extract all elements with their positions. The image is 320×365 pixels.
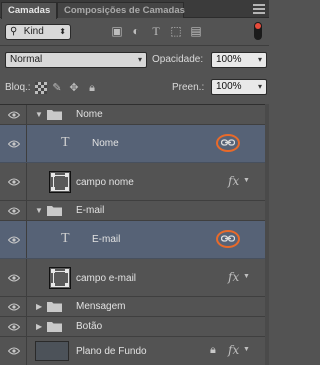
- visibility-column: [0, 201, 27, 220]
- background-thumbnail: [35, 341, 69, 361]
- eye-icon[interactable]: [8, 323, 20, 331]
- layer-row[interactable]: ▶ Mensagem: [0, 297, 269, 317]
- layer-row[interactable]: campo nome fx ▼: [0, 163, 269, 201]
- layer-row[interactable]: ▼ E-mail: [0, 201, 269, 221]
- layer-row[interactable]: ▶ Botão: [0, 317, 269, 337]
- fx-icon[interactable]: fx: [228, 174, 239, 188]
- folder-icon: [47, 206, 62, 216]
- caret-down-icon[interactable]: ▼: [35, 207, 43, 215]
- visibility-column: [0, 259, 27, 296]
- lock-position-icon[interactable]: ✥: [68, 82, 80, 94]
- fill-value: 100%: [216, 81, 242, 92]
- opacity-input[interactable]: 100% ▾: [211, 52, 267, 68]
- caret-down-icon[interactable]: ▼: [243, 177, 250, 184]
- filter-toggle-switch[interactable]: [254, 22, 262, 40]
- folder-icon: [47, 302, 62, 312]
- visibility-column: [0, 125, 27, 162]
- lock-label: Bloq.:: [5, 82, 31, 93]
- eye-icon[interactable]: [8, 140, 20, 148]
- visibility-column: [0, 317, 27, 336]
- layer-row[interactable]: campo e-mail fx ▼: [0, 259, 269, 297]
- layer-name: campo e-mail: [76, 273, 137, 284]
- link-icon[interactable]: [216, 230, 240, 248]
- opacity-label: Opacidade:: [152, 54, 204, 65]
- caret-down-icon[interactable]: ▼: [243, 273, 250, 280]
- search-icon: ⚲: [10, 26, 18, 37]
- fx-icon[interactable]: fx: [228, 343, 239, 357]
- layer-name: Plano de Fundo: [76, 346, 147, 357]
- eye-icon[interactable]: [8, 347, 20, 355]
- adjustment-filter-icon[interactable]: ◐: [129, 24, 143, 38]
- layer-name: Nome: [92, 138, 119, 149]
- chevron-down-icon: ▾: [137, 55, 142, 64]
- visibility-column: [0, 105, 27, 124]
- blend-mode-select[interactable]: Normal ▾: [5, 52, 147, 68]
- caret-right-icon[interactable]: ▶: [36, 323, 44, 331]
- shape-thumbnail: [49, 267, 71, 289]
- select-arrows-icon: ⬍: [59, 27, 66, 36]
- fill-input[interactable]: 100% ▾: [211, 79, 267, 95]
- visibility-column: [0, 297, 27, 316]
- lock-icon: 🔒︎: [210, 344, 216, 356]
- filter-kind-value: Kind: [23, 26, 44, 37]
- visibility-column: [0, 221, 27, 258]
- layer-name: Nome: [76, 109, 103, 120]
- type-filter-icon[interactable]: T: [149, 24, 163, 38]
- layer-name: E-mail: [76, 205, 105, 216]
- layer-name: campo nome: [76, 177, 134, 188]
- folder-icon: [47, 322, 62, 332]
- caret-down-icon[interactable]: ▼: [35, 111, 43, 119]
- layers-list: ▼ Nome T Nome campo nome fx ▼ ▼ E-mail T…: [0, 104, 269, 365]
- tab-layer-comps[interactable]: Composições de Camadas: [57, 2, 185, 18]
- lock-image-pixels-icon[interactable]: ✎: [51, 82, 63, 94]
- eye-icon[interactable]: [8, 303, 20, 311]
- shape-thumbnail: [49, 171, 71, 193]
- image-filter-icon[interactable]: ▣: [110, 24, 124, 38]
- divider: [0, 45, 269, 46]
- layer-row[interactable]: Plano de Fundo 🔒︎ fx ▼: [0, 337, 269, 365]
- blend-mode-value: Normal: [10, 54, 43, 65]
- filter-kind-select[interactable]: ⚲ Kind ⬍: [5, 24, 71, 40]
- visibility-column: [0, 163, 27, 200]
- caret-right-icon[interactable]: ▶: [36, 303, 44, 311]
- eye-icon[interactable]: [8, 207, 20, 215]
- layer-name: Botão: [76, 321, 103, 332]
- folder-icon: [47, 110, 62, 120]
- layer-name: Mensagem: [76, 301, 126, 312]
- fill-label: Preen.:: [172, 82, 205, 93]
- lock-all-icon[interactable]: 🔒︎: [86, 82, 98, 94]
- eye-icon[interactable]: [8, 274, 20, 282]
- shape-filter-icon[interactable]: ⬚: [169, 24, 183, 38]
- layers-scrollbar[interactable]: [265, 104, 269, 365]
- layer-row-selected[interactable]: T Nome: [0, 125, 269, 163]
- caret-down-icon[interactable]: ▼: [243, 346, 250, 353]
- eye-icon[interactable]: [8, 111, 20, 119]
- layer-row[interactable]: ▼ Nome: [0, 105, 269, 125]
- panel-menu-icon[interactable]: [253, 4, 265, 14]
- panel-tab-bar: Camadas Composições de Camadas: [0, 0, 269, 19]
- smart-object-filter-icon[interactable]: ▤: [189, 24, 203, 38]
- chevron-down-icon: ▾: [257, 82, 262, 91]
- chevron-down-icon: ▾: [257, 55, 262, 64]
- eye-icon[interactable]: [8, 236, 20, 244]
- tab-layers[interactable]: Camadas: [1, 2, 57, 19]
- eye-icon[interactable]: [8, 178, 20, 186]
- text-layer-icon: T: [61, 135, 70, 150]
- fx-icon[interactable]: fx: [228, 270, 239, 284]
- layer-name: E-mail: [92, 234, 121, 245]
- layer-row-selected[interactable]: T E-mail: [0, 221, 269, 259]
- link-icon[interactable]: [216, 134, 240, 152]
- opacity-value: 100%: [216, 54, 242, 65]
- text-layer-icon: T: [61, 231, 70, 246]
- lock-transparent-pixels-icon[interactable]: [35, 82, 47, 94]
- visibility-column: [0, 337, 27, 365]
